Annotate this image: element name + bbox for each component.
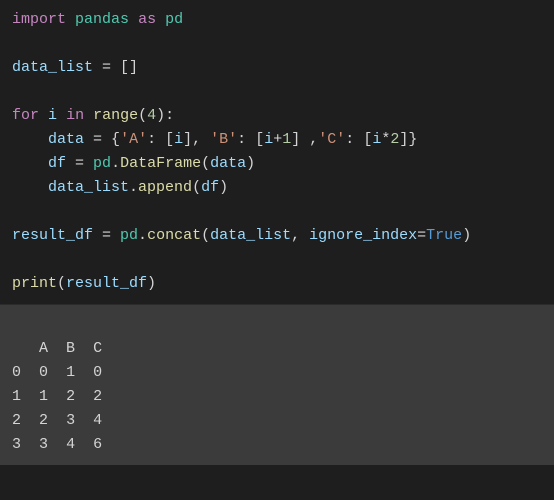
const-true: True (426, 227, 462, 244)
code-line-6: data = {'A': [i], 'B': [i+1] ,'C': [i*2]… (12, 131, 417, 148)
code-line-10: result_df = pd.concat(data_list, ignore_… (12, 227, 471, 244)
col-A: A (39, 340, 48, 357)
var-data: data (48, 131, 84, 148)
func-dataframe: DataFrame (120, 155, 201, 172)
table-row: 3 3 4 6 (12, 436, 102, 453)
code-line-7: df = pd.DataFrame(data) (12, 155, 255, 172)
output-header: A B C (12, 340, 102, 357)
output-panel: A B C 0 0 1 0 1 1 2 2 2 2 3 4 3 3 4 6 (0, 304, 554, 465)
col-B: B (66, 340, 75, 357)
func-concat: concat (147, 227, 201, 244)
func-append: append (138, 179, 192, 196)
keyword-in: in (66, 107, 84, 124)
code-editor[interactable]: import pandas as pd data_list = [] for i… (0, 0, 554, 304)
keyword-as: as (138, 11, 156, 28)
code-line-1: import pandas as pd (12, 11, 183, 28)
code-line-5: for i in range(4): (12, 107, 174, 124)
code-line-12: print(result_df) (12, 275, 156, 292)
module-pandas: pandas (75, 11, 129, 28)
var-df: df (48, 155, 66, 172)
alias-pd: pd (165, 11, 183, 28)
func-print: print (12, 275, 57, 292)
var-result-df: result_df (12, 227, 93, 244)
var-data-list: data_list (12, 59, 93, 76)
keyword-for: for (12, 107, 39, 124)
col-C: C (93, 340, 102, 357)
code-line-8: data_list.append(df) (12, 179, 228, 196)
code-line-3: data_list = [] (12, 59, 138, 76)
func-range: range (93, 107, 138, 124)
table-row: 0 0 1 0 (12, 364, 102, 381)
table-row: 2 2 3 4 (12, 412, 102, 429)
kwarg-ignore-index: ignore_index (309, 227, 417, 244)
table-row: 1 1 2 2 (12, 388, 102, 405)
var-i: i (48, 107, 57, 124)
keyword-import: import (12, 11, 66, 28)
